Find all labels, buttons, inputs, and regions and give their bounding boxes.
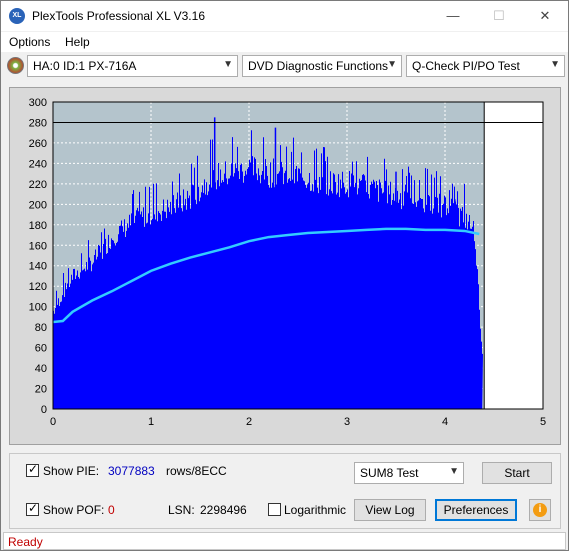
unused-area	[484, 102, 543, 409]
x-tick-label: 2	[246, 416, 252, 428]
lsn-label: LSN:	[168, 503, 195, 517]
menu-options[interactable]: Options	[9, 35, 50, 49]
y-tick-label: 120	[29, 281, 47, 293]
x-tick-label: 4	[442, 416, 448, 428]
pie-unit-label: rows/8ECC	[166, 464, 227, 478]
chevron-down-icon: ▼	[550, 59, 560, 70]
chevron-down-icon: ▼	[449, 466, 459, 477]
info-button[interactable]: i	[529, 499, 551, 521]
title-bar: XL PlexTools Professional XL V3.16 — ☐ ✕	[1, 1, 568, 31]
menu-bar: Options Help	[1, 32, 568, 52]
logarithmic-checkbox[interactable]	[268, 503, 281, 516]
x-tick-label: 5	[540, 416, 546, 428]
y-tick-label: 0	[41, 404, 47, 416]
preferences-button[interactable]: Preferences	[435, 499, 517, 521]
function-select[interactable]: DVD Diagnostic Functions ▼	[242, 55, 402, 77]
chevron-down-icon: ▼	[387, 59, 397, 70]
function-select-value: DVD Diagnostic Functions	[248, 59, 389, 73]
y-tick-label: 160	[29, 240, 47, 252]
plextools-logo-icon: XL	[9, 8, 25, 24]
status-text: Ready	[8, 535, 43, 549]
sum-test-select[interactable]: SUM8 Test ▼	[354, 462, 464, 484]
info-icon: i	[533, 503, 547, 517]
pof-total-value: 0	[108, 503, 115, 517]
y-tick-label: 60	[35, 343, 47, 355]
y-tick-label: 100	[29, 302, 47, 314]
y-tick-label: 240	[29, 158, 47, 170]
disc-drive-icon	[7, 57, 24, 74]
app-window: XL PlexTools Professional XL V3.16 — ☐ ✕…	[0, 0, 569, 551]
x-tick-label: 3	[344, 416, 350, 428]
show-pof-label: Show POF:	[43, 503, 105, 517]
view-log-button[interactable]: View Log	[354, 499, 426, 521]
drive-select[interactable]: HA:0 ID:1 PX-716A ▼	[27, 55, 238, 77]
y-tick-label: 40	[35, 363, 47, 375]
pie-total-value: 3077883	[108, 464, 155, 478]
close-button[interactable]: ✕	[522, 1, 568, 31]
y-tick-label: 280	[29, 117, 47, 129]
status-bar: Ready	[3, 532, 566, 550]
minimize-button[interactable]: —	[430, 1, 476, 31]
x-tick-label: 1	[148, 416, 154, 428]
toolbar: HA:0 ID:1 PX-716A ▼ DVD Diagnostic Funct…	[1, 53, 568, 79]
drive-select-value: HA:0 ID:1 PX-716A	[33, 59, 137, 73]
y-tick-label: 20	[35, 384, 47, 396]
sum-test-select-value: SUM8 Test	[360, 466, 419, 480]
y-tick-label: 140	[29, 261, 47, 273]
test-select[interactable]: Q-Check PI/PO Test ▼	[406, 55, 565, 77]
pie-chart-svg: 0204060801001201401601802002202402602803…	[29, 97, 546, 428]
show-pof-checkbox[interactable]	[26, 501, 39, 516]
window-title: PlexTools Professional XL V3.16	[32, 9, 205, 23]
y-tick-label: 180	[29, 220, 47, 232]
menu-help[interactable]: Help	[65, 35, 90, 49]
controls-panel: Show PIE: 3077883 rows/8ECC SUM8 Test ▼ …	[9, 453, 561, 529]
lsn-value: 2298496	[200, 503, 247, 517]
show-pie-label: Show PIE:	[43, 464, 100, 478]
start-button[interactable]: Start	[482, 462, 552, 484]
logarithmic-label: Logarithmic	[284, 503, 347, 517]
maximize-button[interactable]: ☐	[476, 1, 522, 31]
y-tick-label: 300	[29, 97, 47, 109]
chevron-down-icon: ▼	[223, 59, 233, 70]
y-tick-label: 200	[29, 199, 47, 211]
y-tick-label: 220	[29, 179, 47, 191]
chart-panel: 0 20 40 60 80 100 120 140 160 180 200 220 240 260 280 3…	[9, 87, 561, 445]
show-pie-checkbox[interactable]	[26, 462, 39, 477]
y-tick-label: 80	[35, 322, 47, 334]
test-select-value: Q-Check PI/PO Test	[412, 59, 520, 73]
y-tick-label: 260	[29, 138, 47, 150]
x-tick-label: 0	[50, 416, 56, 428]
